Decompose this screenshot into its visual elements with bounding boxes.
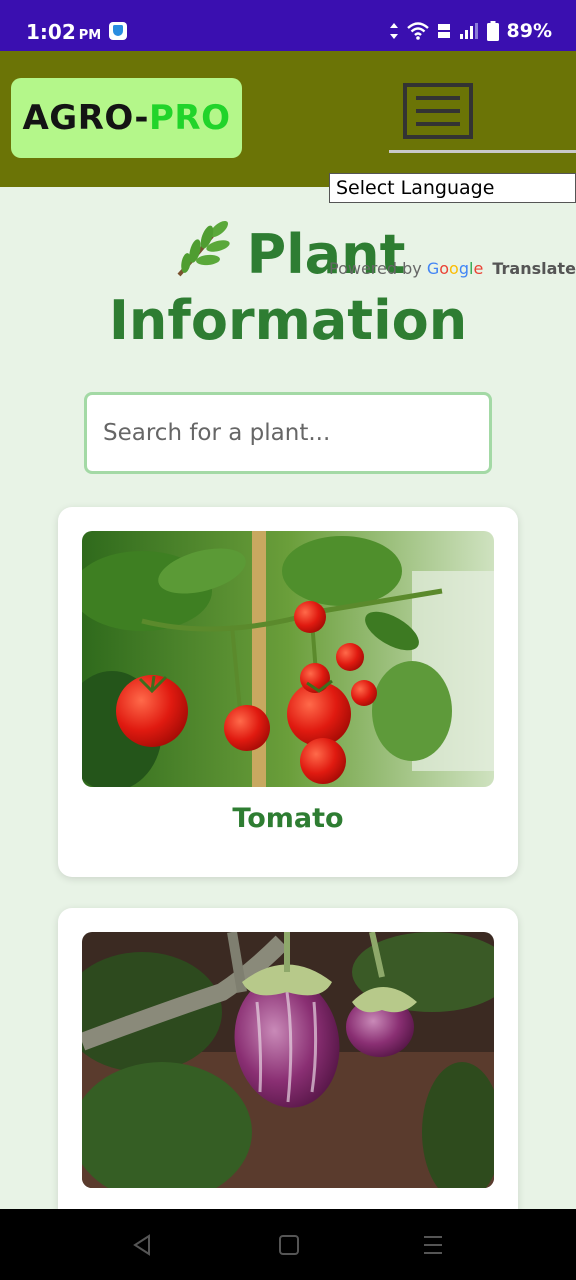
battery-percent: 89% <box>506 20 552 42</box>
wifi-icon <box>406 22 429 40</box>
app-header: AGRO- PRO <box>0 51 576 187</box>
hamburger-menu-icon[interactable] <box>403 83 473 139</box>
time-text: 1:02 <box>26 20 76 44</box>
menu-bar <box>416 96 460 100</box>
eggplant-plant-photo <box>82 932 494 1188</box>
app-logo[interactable]: AGRO- PRO <box>11 78 242 158</box>
logo-text-agro: AGRO- <box>22 98 150 138</box>
system-nav-bar <box>0 1209 576 1280</box>
leaf-icon <box>177 220 230 277</box>
status-time: 1:02 PM <box>26 20 101 44</box>
status-bar: 1:02 PM 89% <box>0 0 576 51</box>
data-arrows-icon <box>389 23 398 39</box>
recents-icon[interactable] <box>422 1233 444 1257</box>
tomato-plant-photo <box>82 531 494 787</box>
status-icons: 89% <box>389 20 552 42</box>
page-title: Plant Information <box>0 217 576 354</box>
logo-text-pro: PRO <box>149 98 231 138</box>
menu-bar <box>416 109 460 113</box>
plant-card-tomato[interactable]: Tomato <box>58 507 518 877</box>
page-title-text: Plant Information <box>108 223 468 352</box>
home-icon[interactable] <box>278 1233 300 1257</box>
plant-search-input[interactable] <box>84 392 492 474</box>
google-translate-attribution: Powered by Google Translate <box>329 259 576 278</box>
menu-bar <box>416 122 460 126</box>
menu-underline <box>389 150 576 153</box>
plant-card-eggplant[interactable] <box>58 908 518 1248</box>
battery-icon <box>486 21 499 41</box>
language-select[interactable]: Select Language <box>329 173 576 203</box>
shield-icon <box>109 22 127 40</box>
signal-icon <box>459 23 478 39</box>
google-logo[interactable]: Google <box>427 259 483 278</box>
plant-name: Tomato <box>232 803 344 834</box>
volte-icon <box>437 24 450 38</box>
time-ampm: PM <box>78 28 102 43</box>
powered-by-text: Powered by <box>329 259 422 278</box>
translate-link[interactable]: Translate <box>492 259 576 278</box>
back-icon[interactable] <box>131 1233 153 1257</box>
